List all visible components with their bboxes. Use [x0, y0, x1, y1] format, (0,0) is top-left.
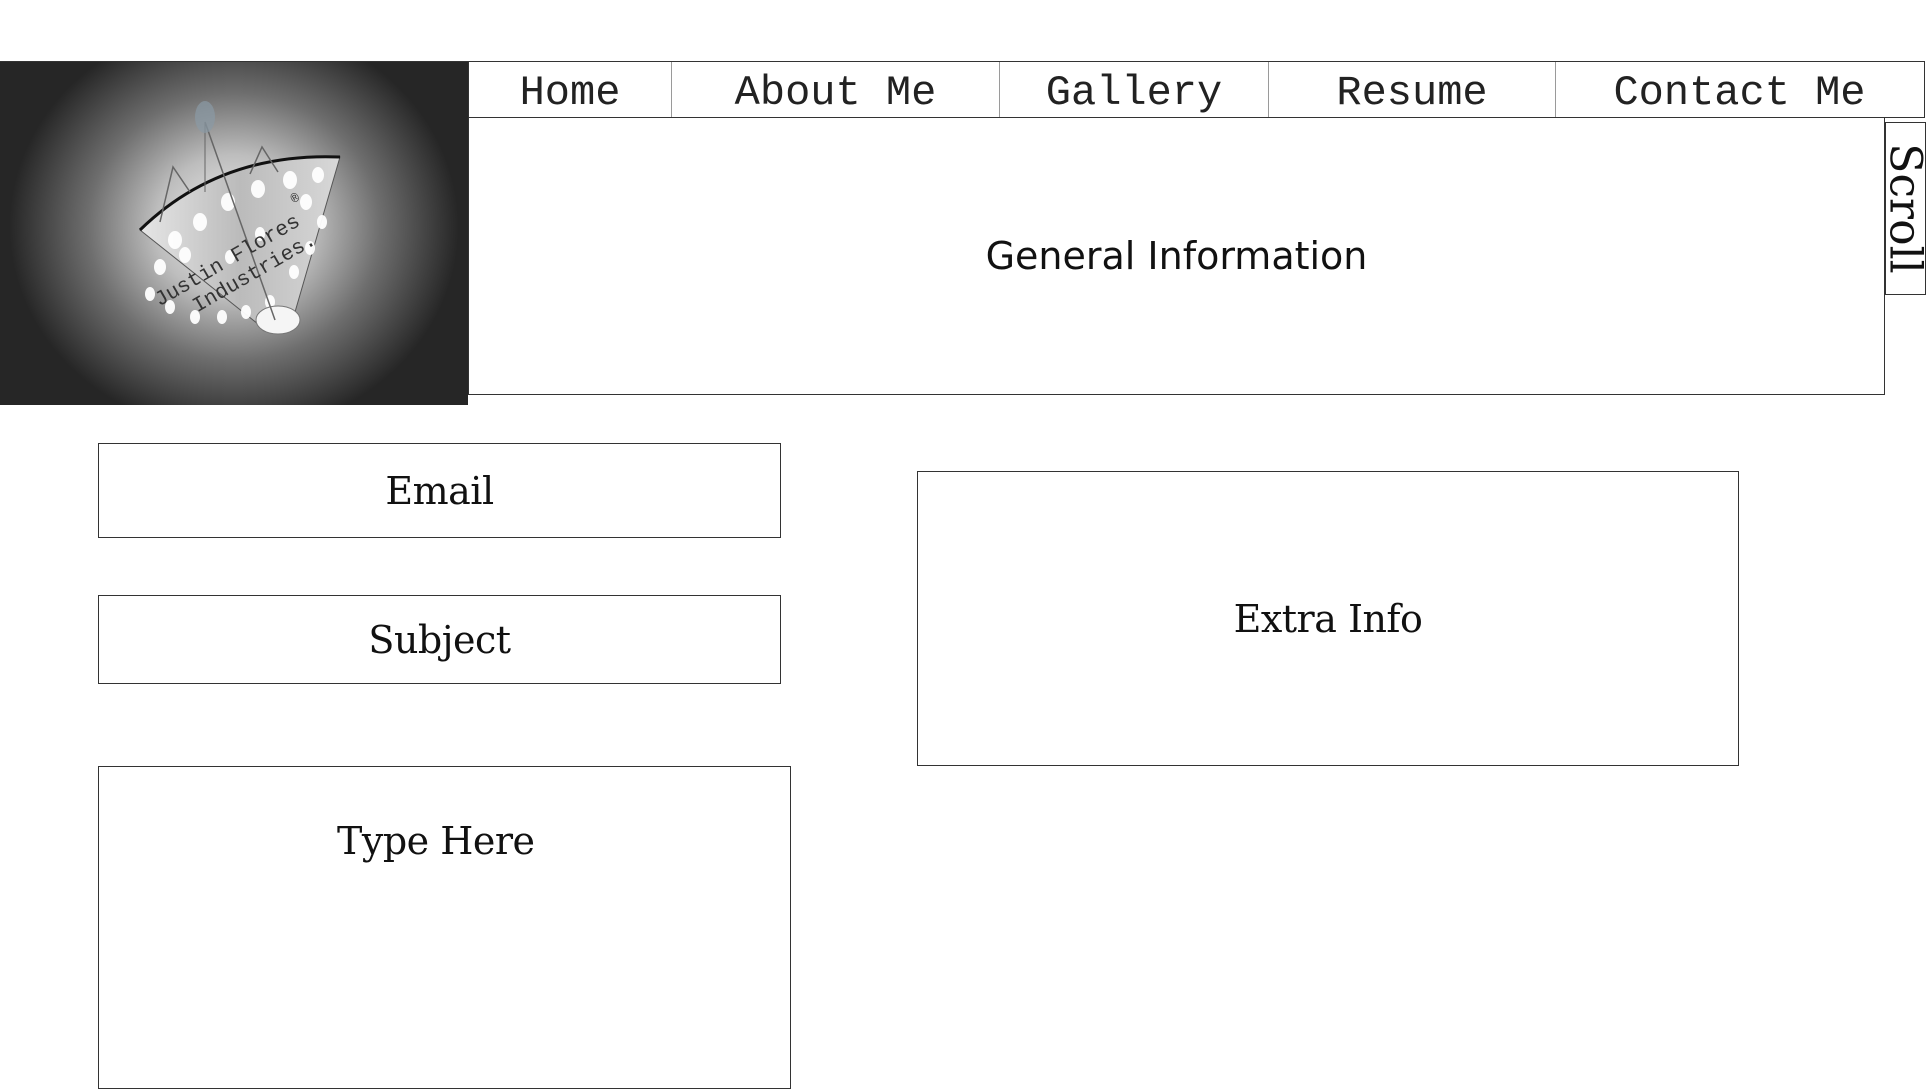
message-textarea[interactable]: Type Here — [98, 766, 791, 1089]
logo[interactable]: Justin Flores Industries. ® — [0, 61, 468, 405]
scroll-label: Scroll — [1880, 143, 1926, 274]
lamp-logo-graphic: Justin Flores Industries. ® — [138, 101, 341, 335]
email-field-label: Email — [385, 468, 494, 513]
subject-field-label: Subject — [368, 617, 511, 662]
nav-item-resume[interactable]: Resume — [1269, 62, 1556, 117]
extra-info-label: Extra Info — [1233, 596, 1423, 641]
extra-info-panel: Extra Info — [917, 471, 1739, 766]
nav-item-contact-me[interactable]: Contact Me — [1556, 62, 1923, 117]
nav-item-about-me[interactable]: About Me — [672, 62, 1000, 117]
main-nav: Home About Me Gallery Resume Contact Me — [468, 61, 1925, 118]
email-field[interactable]: Email — [98, 443, 781, 538]
general-info-heading: General Information — [985, 234, 1368, 278]
nav-item-home[interactable]: Home — [469, 62, 672, 117]
scroll-tab[interactable]: Scroll — [1880, 122, 1926, 295]
nav-item-gallery[interactable]: Gallery — [1000, 62, 1269, 117]
general-info-panel: General Information — [468, 117, 1885, 395]
message-placeholder: Type Here — [337, 819, 535, 863]
subject-field[interactable]: Subject — [98, 595, 781, 684]
